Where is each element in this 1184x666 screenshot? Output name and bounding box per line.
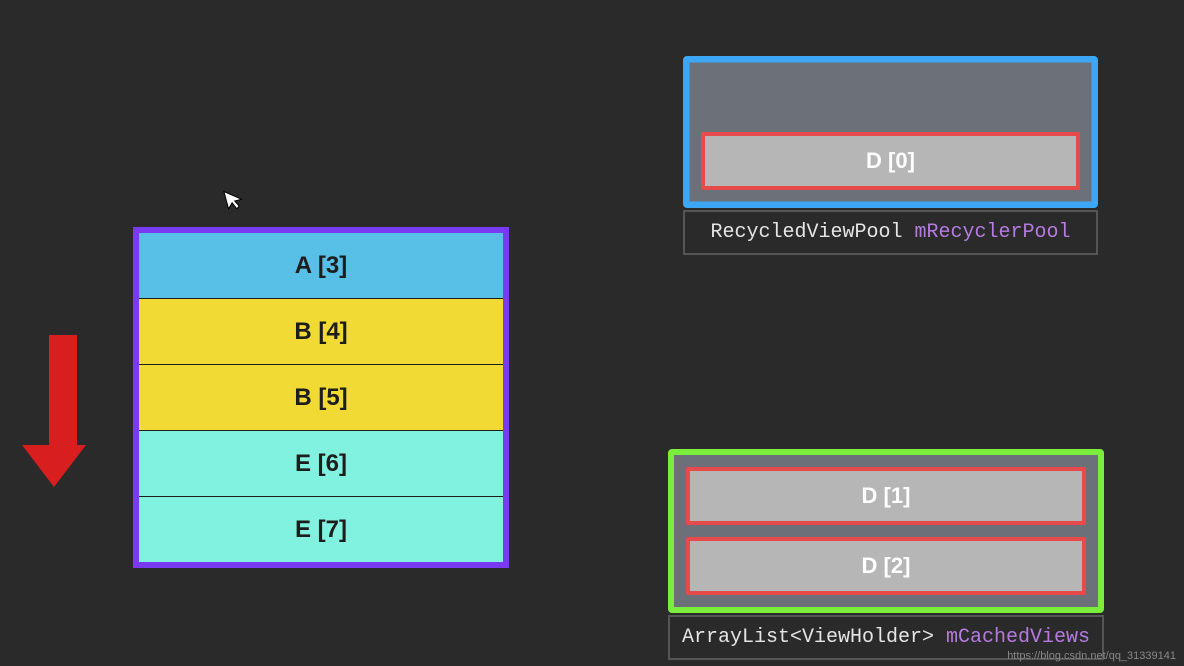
cache-variable-name: mCachedViews — [946, 626, 1090, 649]
pool-container: D [0] — [683, 56, 1098, 208]
cache-item: D [2] — [686, 537, 1086, 595]
scroll-down-arrow — [40, 335, 86, 487]
cursor-icon — [221, 185, 248, 219]
cache-class-name: ArrayList<ViewHolder> — [682, 626, 934, 649]
list-row: B [4] — [139, 299, 503, 365]
list-row: B [5] — [139, 365, 503, 431]
list-row: E [6] — [139, 431, 503, 497]
recycled-view-pool: D [0] RecycledViewPool mRecyclerPool — [683, 56, 1098, 255]
list-row: A [3] — [139, 233, 503, 299]
cache-container: D [1] D [2] — [668, 449, 1104, 613]
pool-class-name: RecycledViewPool — [710, 221, 902, 244]
pool-label: RecycledViewPool mRecyclerPool — [683, 210, 1098, 255]
cache-item: D [1] — [686, 467, 1086, 525]
pool-item: D [0] — [701, 132, 1080, 190]
watermark: https://blog.csdn.net/qq_31339141 — [1007, 650, 1176, 662]
visible-list-viewport: A [3] B [4] B [5] E [6] E [7] — [133, 227, 509, 568]
list-row: E [7] — [139, 497, 503, 562]
pool-variable-name: mRecyclerPool — [915, 221, 1071, 244]
cached-views-box: D [1] D [2] ArrayList<ViewHolder> mCache… — [668, 449, 1104, 660]
